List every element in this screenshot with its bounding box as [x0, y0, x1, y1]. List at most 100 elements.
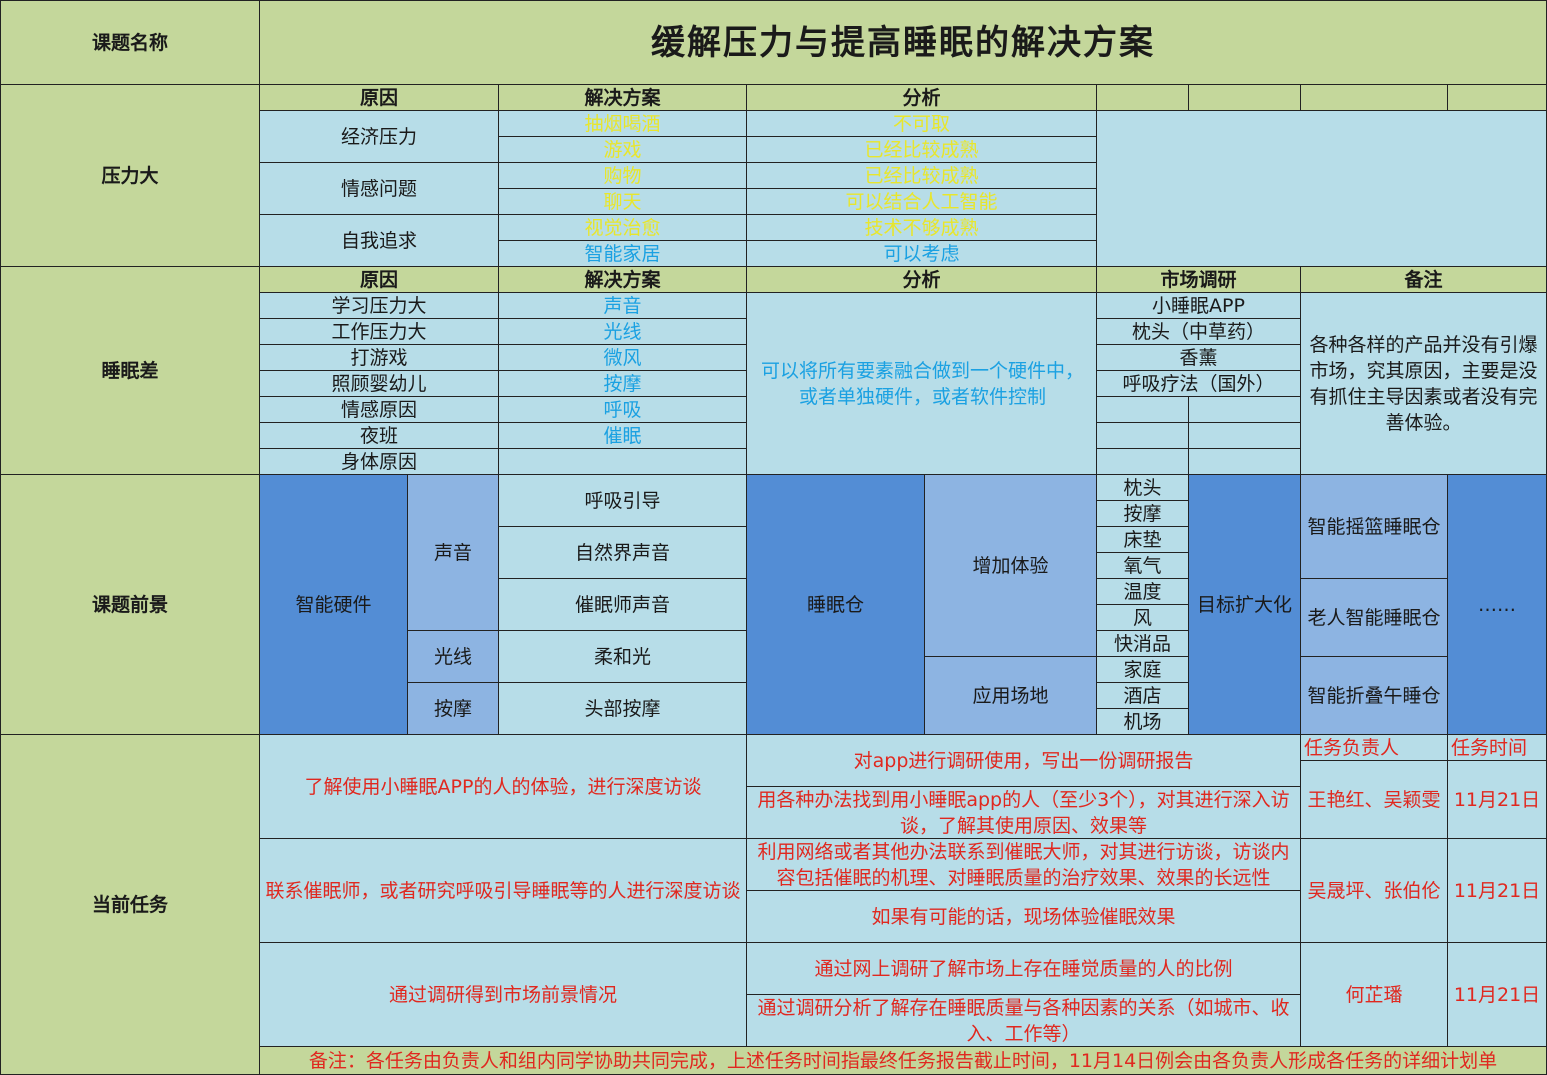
task-goal[interactable]: 了解使用小睡眠APP的人的体验，进行深度访谈 [259, 734, 747, 839]
stress-cause[interactable]: 情感问题 [259, 162, 499, 215]
experience-item[interactable]: 风 [1096, 604, 1189, 631]
experience-item[interactable]: 枕头 [1096, 474, 1189, 501]
market-item[interactable]: 小睡眠APP [1096, 292, 1301, 319]
venue-item[interactable]: 酒店 [1096, 682, 1189, 709]
empty-cell[interactable] [1096, 448, 1189, 475]
empty-cell[interactable] [1096, 84, 1189, 111]
sleep-solution[interactable]: 按摩 [498, 370, 747, 397]
empty-cell[interactable] [1447, 84, 1547, 111]
more-cell[interactable]: …… [1447, 474, 1547, 735]
venue-item[interactable]: 家庭 [1096, 656, 1189, 683]
empty-cell[interactable] [1188, 448, 1301, 475]
light-cell[interactable]: 光线 [407, 630, 499, 683]
sound-item[interactable]: 催眠师声音 [498, 578, 747, 631]
sleep-cause[interactable]: 学习压力大 [259, 292, 499, 319]
massage-cell[interactable]: 按摩 [407, 682, 499, 735]
product-cell[interactable]: 智能折叠午睡仓 [1300, 656, 1448, 735]
task-owner[interactable]: 王艳红、吴颖雯 [1300, 760, 1448, 839]
sleep-header-solution[interactable]: 解决方案 [498, 266, 747, 293]
task-time[interactable]: 11月21日 [1447, 838, 1547, 943]
task-goal[interactable]: 联系催眠师，或者研究呼吸引导睡眠等的人进行深度访谈 [259, 838, 747, 943]
sleep-solution[interactable]: 呼吸 [498, 396, 747, 423]
experience-item[interactable]: 床垫 [1096, 526, 1189, 553]
time-header[interactable]: 任务时间 [1447, 734, 1547, 761]
experience-item[interactable]: 氧气 [1096, 552, 1189, 579]
stress-solution[interactable]: 视觉治愈 [498, 214, 747, 241]
stress-header-cause[interactable]: 原因 [259, 84, 499, 111]
market-item[interactable]: 枕头（中草药） [1096, 318, 1301, 345]
empty-cell[interactable] [1188, 422, 1301, 449]
footnote[interactable]: 备注：各任务由负责人和组内同学协助共同完成，上述任务时间指最终任务报告截止时间，… [259, 1046, 1547, 1075]
stress-header-analysis[interactable]: 分析 [746, 84, 1097, 111]
sleep-header-cause[interactable]: 原因 [259, 266, 499, 293]
stress-analysis[interactable]: 可以考虑 [746, 240, 1097, 267]
empty-cell[interactable] [498, 448, 747, 475]
stress-cause[interactable]: 自我追求 [259, 214, 499, 267]
stress-cause[interactable]: 经济压力 [259, 110, 499, 163]
sound-cell[interactable]: 声音 [407, 474, 499, 631]
sleep-header-analysis[interactable]: 分析 [746, 266, 1097, 293]
empty-cell[interactable] [1096, 422, 1189, 449]
stress-solution[interactable]: 智能家居 [498, 240, 747, 267]
task-step[interactable]: 对app进行调研使用，写出一份调研报告 [746, 734, 1301, 787]
stress-solution[interactable]: 游戏 [498, 136, 747, 163]
sleep-analysis[interactable]: 可以将所有要素融合做到一个硬件中，或者单独硬件，或者软件控制 [746, 292, 1097, 475]
task-step[interactable]: 通过网上调研了解市场上存在睡觉质量的人的比例 [746, 942, 1301, 995]
empty-cell[interactable] [1300, 84, 1448, 111]
task-owner[interactable]: 何芷璠 [1300, 942, 1448, 1047]
empty-cell[interactable] [1096, 396, 1189, 423]
stress-analysis[interactable]: 技术不够成熟 [746, 214, 1097, 241]
hardware-cell[interactable]: 智能硬件 [259, 474, 408, 735]
target-cell[interactable]: 目标扩大化 [1188, 474, 1301, 735]
product-cell[interactable]: 老人智能睡眠仓 [1300, 578, 1448, 657]
sleep-cause[interactable]: 照顾婴幼儿 [259, 370, 499, 397]
sleep-cause[interactable]: 打游戏 [259, 344, 499, 371]
stress-label[interactable]: 压力大 [0, 84, 260, 267]
stress-solution[interactable]: 聊天 [498, 188, 747, 215]
task-step[interactable]: 如果有可能的话，现场体验催眠效果 [746, 890, 1301, 943]
sleep-header-note[interactable]: 备注 [1300, 266, 1547, 293]
venue-cell[interactable]: 应用场地 [924, 656, 1097, 735]
sleep-solution[interactable]: 微风 [498, 344, 747, 371]
empty-merged-cell[interactable] [1096, 110, 1547, 267]
task-step[interactable]: 利用网络或者其他办法联系到催眠大师，对其进行访谈，访谈内容包括催眠的机理、对睡眠… [746, 838, 1301, 891]
task-owner[interactable]: 吴晟坪、张伯伦 [1300, 838, 1448, 943]
experience-cell[interactable]: 增加体验 [924, 474, 1097, 657]
sleep-cause[interactable]: 情感原因 [259, 396, 499, 423]
tasks-label[interactable]: 当前任务 [0, 734, 260, 1075]
market-item[interactable]: 呼吸疗法（国外） [1096, 370, 1301, 397]
venue-item[interactable]: 机场 [1096, 708, 1189, 735]
sound-item[interactable]: 自然界声音 [498, 526, 747, 579]
sleep-solution[interactable]: 催眠 [498, 422, 747, 449]
sound-item[interactable]: 呼吸引导 [498, 474, 747, 527]
sleep-note[interactable]: 各种各样的产品并没有引爆市场，究其原因，主要是没有抓住主导因素或者没有完善体验。 [1300, 292, 1547, 475]
stress-solution[interactable]: 抽烟喝酒 [498, 110, 747, 137]
owner-header[interactable]: 任务负责人 [1300, 734, 1448, 761]
experience-item[interactable]: 温度 [1096, 578, 1189, 605]
stress-header-solution[interactable]: 解决方案 [498, 84, 747, 111]
light-item[interactable]: 柔和光 [498, 630, 747, 683]
task-step[interactable]: 用各种办法找到用小睡眠app的人（至少3个），对其进行深入访谈，了解其使用原因、… [746, 786, 1301, 839]
stress-solution[interactable]: 购物 [498, 162, 747, 189]
empty-cell[interactable] [1188, 84, 1301, 111]
task-goal[interactable]: 通过调研得到市场前景情况 [259, 942, 747, 1047]
experience-item[interactable]: 按摩 [1096, 500, 1189, 527]
task-step[interactable]: 通过调研分析了解存在睡眠质量与各种因素的关系（如城市、收入、工作等） [746, 994, 1301, 1047]
sleep-cause[interactable]: 夜班 [259, 422, 499, 449]
task-time[interactable]: 11月21日 [1447, 942, 1547, 1047]
sleep-solution[interactable]: 光线 [498, 318, 747, 345]
stress-analysis[interactable]: 已经比较成熟 [746, 136, 1097, 163]
sleep-cause[interactable]: 工作压力大 [259, 318, 499, 345]
stress-analysis[interactable]: 已经比较成熟 [746, 162, 1097, 189]
massage-item[interactable]: 头部按摩 [498, 682, 747, 735]
sleep-cause[interactable]: 身体原因 [259, 448, 499, 475]
sleep-solution[interactable]: 声音 [498, 292, 747, 319]
empty-cell[interactable] [1188, 396, 1301, 423]
prospect-label[interactable]: 课题前景 [0, 474, 260, 735]
market-item[interactable]: 香薰 [1096, 344, 1301, 371]
sleep-label[interactable]: 睡眠差 [0, 266, 260, 475]
stress-analysis[interactable]: 可以结合人工智能 [746, 188, 1097, 215]
task-time[interactable]: 11月21日 [1447, 760, 1547, 839]
sleep-pod-cell[interactable]: 睡眠仓 [746, 474, 925, 735]
stress-analysis[interactable]: 不可取 [746, 110, 1097, 137]
